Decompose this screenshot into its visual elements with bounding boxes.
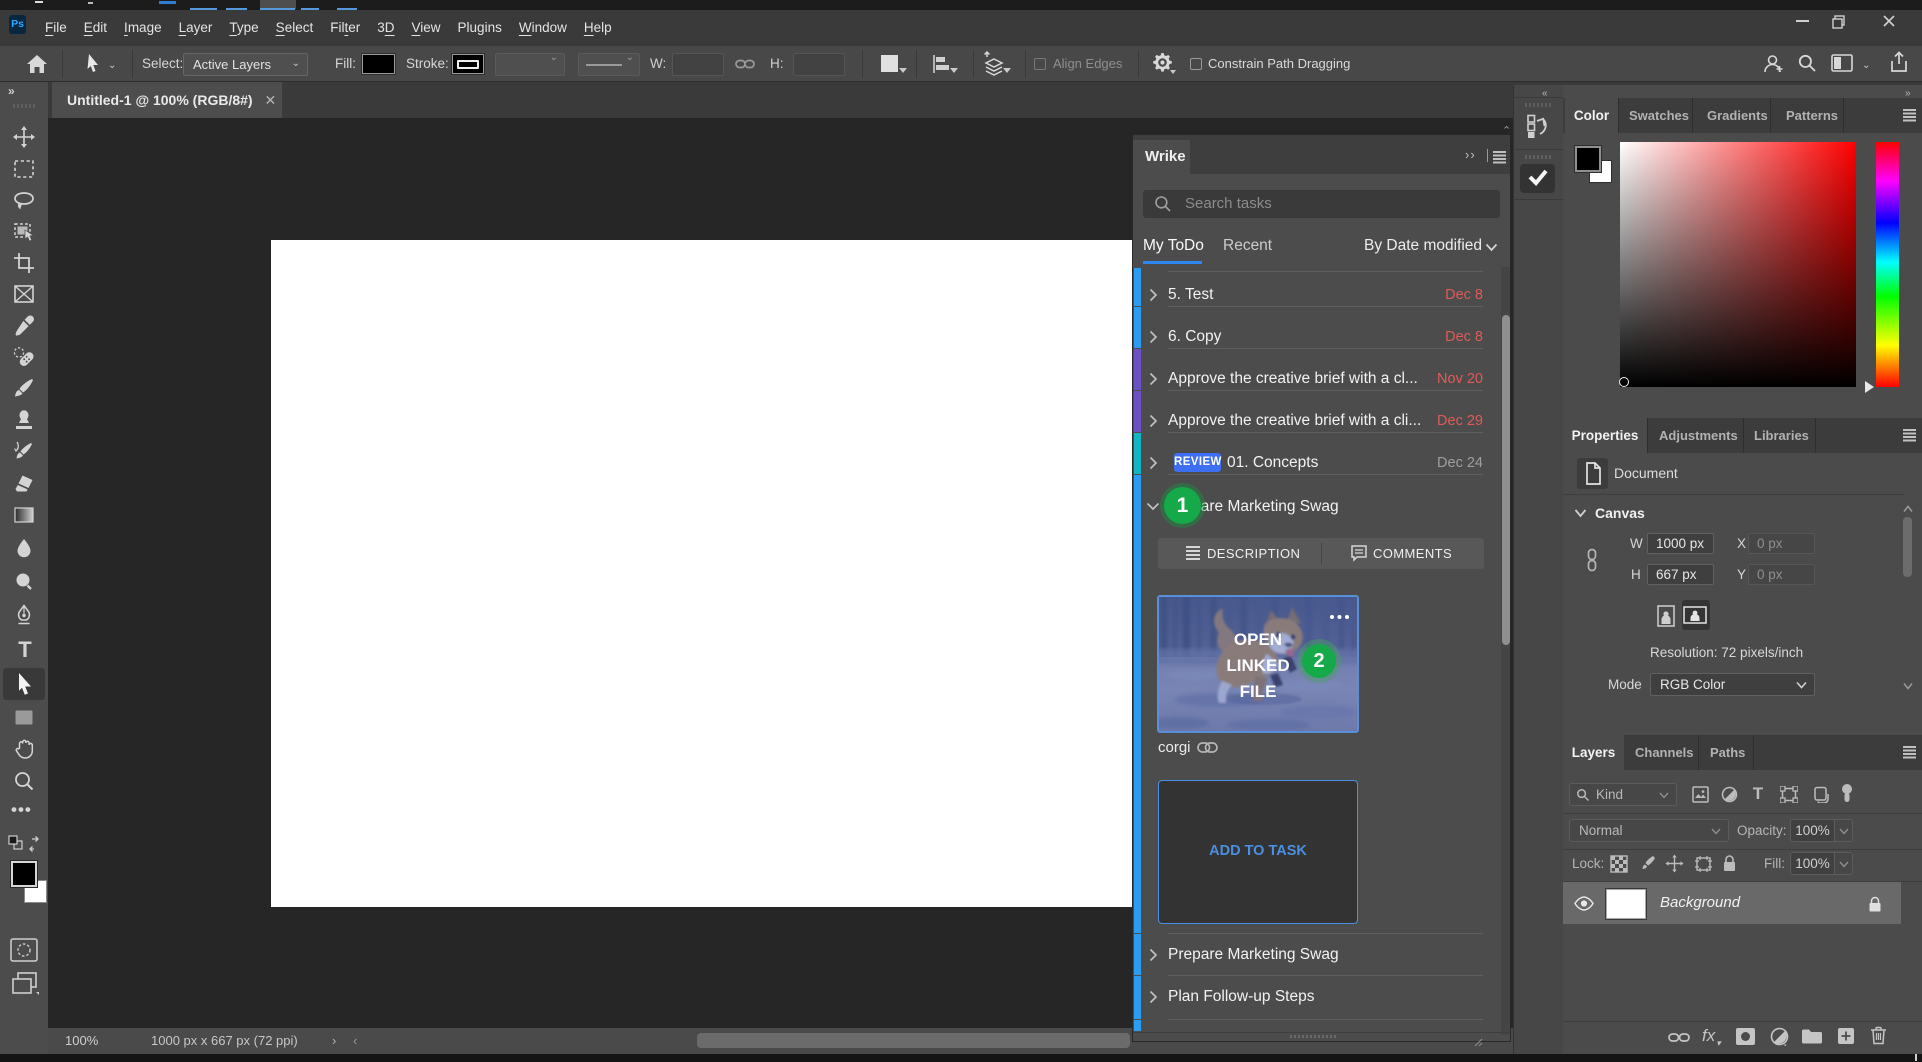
svg-text:LINKED: LINKED [1226,656,1289,675]
svg-text:FILE: FILE [1240,682,1277,701]
svg-text:OPEN: OPEN [1234,630,1282,649]
